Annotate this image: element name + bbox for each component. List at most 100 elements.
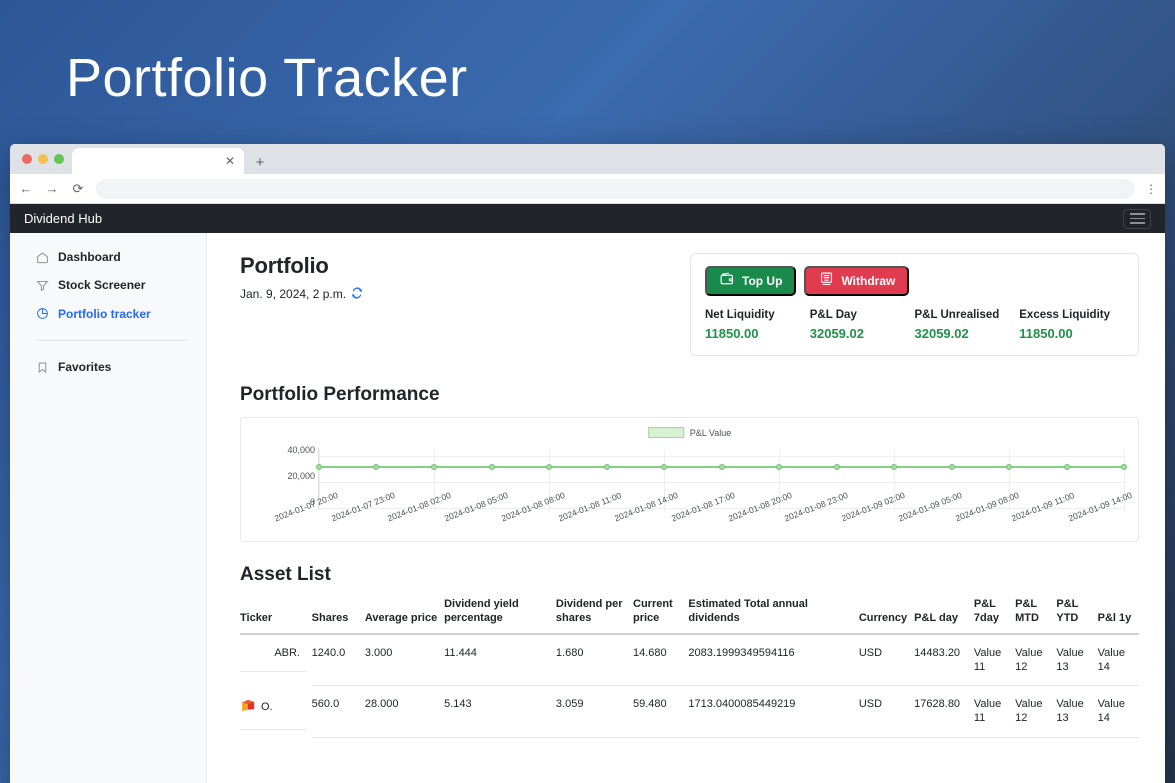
minimize-window-button[interactable] <box>38 154 48 164</box>
chart-gridline <box>319 482 1124 484</box>
stat-value: 32059.02 <box>914 326 969 341</box>
stat-net-liquidity: Net Liquidity 11850.00 <box>705 309 810 341</box>
table-row[interactable]: O. 560.0 28.000 5.143 3.059 59.480 1713.040008… <box>240 685 1139 738</box>
chart-data-point[interactable] <box>833 463 840 470</box>
home-icon <box>36 251 49 264</box>
chart-data-point[interactable] <box>373 463 380 470</box>
address-bar[interactable] <box>96 178 1135 199</box>
column-header-pnl-day[interactable]: P&L day <box>914 598 974 635</box>
chart-data-point[interactable] <box>316 463 322 470</box>
asset-table-head: Ticker Shares Average price Dividend yie… <box>240 598 1139 635</box>
cell-pnl-day: 14483.20 <box>914 633 974 687</box>
cell-pnl-1y: Value 14 <box>1097 685 1139 738</box>
cell-currency: USD <box>858 633 915 687</box>
hamburger-icon[interactable] <box>1123 208 1151 229</box>
chart-data-point[interactable] <box>775 463 782 470</box>
withdraw-button[interactable]: Withdraw <box>804 266 910 296</box>
cell-pnl-7day: Value 11 <box>973 633 1016 687</box>
column-header-ticker[interactable]: Ticker <box>240 598 312 635</box>
performance-chart[interactable]: P&L Value 0 20,000 40,000 2024-01-07 20:00… <box>240 417 1139 542</box>
column-header-pnl-7day[interactable]: P&L 7day <box>973 598 1016 635</box>
cell-current-price: 59.480 <box>633 685 689 738</box>
chart-data-point[interactable] <box>718 463 725 470</box>
cell-ticker: ABR. <box>240 635 306 672</box>
chart-data-point[interactable] <box>661 463 667 470</box>
app-brand[interactable]: Dividend Hub <box>24 211 102 226</box>
browser-menu-icon[interactable]: ⋮ <box>1145 182 1157 196</box>
stats-card: Top Up Withdraw Net Liquidity 11850.00 P… <box>690 253 1139 356</box>
forward-icon[interactable]: → <box>44 182 60 195</box>
column-header-average-price[interactable]: Average price <box>364 598 445 635</box>
asset-list-section: Asset List Ticker Shares Average price D… <box>240 564 1139 738</box>
stat-value: 11850.00 <box>705 326 759 341</box>
page-title: Portfolio Tracker <box>66 48 468 108</box>
stat-excess-liquidity: Excess Liquidity 11850.00 <box>1019 309 1124 341</box>
portfolio-header: Portfolio Jan. 9, 2024, 2 p.m. Top Up Wi… <box>240 253 1139 356</box>
portfolio-timestamp: Jan. 9, 2024, 2 p.m. <box>240 287 363 301</box>
chart-data-point[interactable] <box>948 463 955 470</box>
sidebar: Dashboard Stock Screener Portfolio track… <box>10 233 207 783</box>
maximize-window-button[interactable] <box>54 154 64 164</box>
column-header-shares[interactable]: Shares <box>311 598 365 635</box>
chart-data-point[interactable] <box>488 463 495 470</box>
sidebar-item-dashboard[interactable]: Dashboard <box>10 243 206 271</box>
sidebar-item-portfolio-tracker[interactable]: Portfolio tracker <box>10 300 206 328</box>
legend-label: P&L Value <box>689 427 732 438</box>
stat-label: P&L Unrealised <box>914 309 1000 321</box>
column-header-currency[interactable]: Currency <box>858 598 915 635</box>
refresh-icon[interactable] <box>351 287 363 301</box>
page-heading: Portfolio <box>240 253 329 278</box>
main-content: Portfolio Jan. 9, 2024, 2 p.m. Top Up Wi… <box>207 233 1165 783</box>
chart-data-point[interactable] <box>603 463 610 470</box>
cell-pnl-mtd: Value 12 <box>1015 685 1057 738</box>
stat-pnl-unrealised: P&L Unrealised 32059.02 <box>915 309 1020 341</box>
reload-icon[interactable]: ⟳ <box>70 182 86 195</box>
stats-actions: Top Up Withdraw <box>705 266 1124 296</box>
cell-dividend-per-shares: 1.680 <box>555 633 633 687</box>
cell-pnl-ytd: Value 13 <box>1056 685 1098 738</box>
table-row[interactable]: ABR. 1240.0 3.000 11.444 1.680 14.680 2083.199… <box>240 633 1139 687</box>
top-up-button[interactable]: Top Up <box>705 266 797 296</box>
chart-data-point[interactable] <box>891 463 897 470</box>
sidebar-item-label: Stock Screener <box>58 278 146 293</box>
cell-dividend-yield-percentage: 11.444 <box>444 633 556 687</box>
column-header-dividend-per-shares[interactable]: Dividend per shares <box>555 598 633 635</box>
cell-pnl-day: 17628.80 <box>914 685 974 738</box>
sidebar-item-stock-screener[interactable]: Stock Screener <box>10 271 206 299</box>
plus-icon[interactable]: + <box>252 155 268 170</box>
close-window-button[interactable] <box>22 154 32 164</box>
chart-data-point[interactable] <box>430 463 437 470</box>
sidebar-item-favorites[interactable]: Favorites <box>10 353 206 381</box>
chart-data-point[interactable] <box>545 463 552 470</box>
app-navbar: Dividend Hub <box>10 204 1165 233</box>
cell-pnl-ytd: Value 13 <box>1056 633 1098 687</box>
chart-y-tick-label: 20,000 <box>287 471 315 482</box>
sidebar-item-label: Portfolio tracker <box>58 306 151 321</box>
column-header-pnl-mtd[interactable]: P&L MTD <box>1015 598 1057 635</box>
stat-label: P&L Day <box>809 309 857 321</box>
column-header-pnl-1y[interactable]: P&l 1y <box>1097 598 1139 635</box>
app-root: Dividend Hub Dashboard Stock Screener Po… <box>10 204 1165 783</box>
portfolio-header-left: Portfolio Jan. 9, 2024, 2 p.m. <box>240 253 363 301</box>
stat-value: 32059.02 <box>809 326 864 341</box>
chart-data-point[interactable] <box>1121 463 1127 470</box>
chart-data-point[interactable] <box>1063 463 1070 470</box>
section-heading: Portfolio Performance <box>240 384 440 405</box>
stat-label: Net Liquidity <box>705 309 775 321</box>
column-header-dividend-yield-percentage[interactable]: Dividend yield percentage <box>444 598 556 635</box>
chart-data-point[interactable] <box>1006 463 1012 470</box>
column-header-current-price[interactable]: Current price <box>633 598 689 635</box>
back-icon[interactable]: ← <box>18 182 34 195</box>
cell-pnl-7day: Value 11 <box>973 685 1016 738</box>
cell-pnl-1y: Value 14 <box>1097 633 1139 687</box>
close-icon[interactable]: ✕ <box>222 155 238 167</box>
cell-estimated-total-annual-dividends: 1713.0400085449219 <box>688 685 859 738</box>
browser-tab[interactable]: ✕ <box>72 148 244 174</box>
column-header-pnl-ytd[interactable]: P&L YTD <box>1056 598 1098 635</box>
atm-icon <box>818 271 835 291</box>
column-header-estimated-total-annual-dividends[interactable]: Estimated Total annual dividends <box>688 598 859 635</box>
top-up-label: Top Up <box>742 274 783 288</box>
cell-average-price: 28.000 <box>364 685 445 738</box>
filter-icon <box>36 279 49 292</box>
ticker-label: O. <box>261 701 273 714</box>
